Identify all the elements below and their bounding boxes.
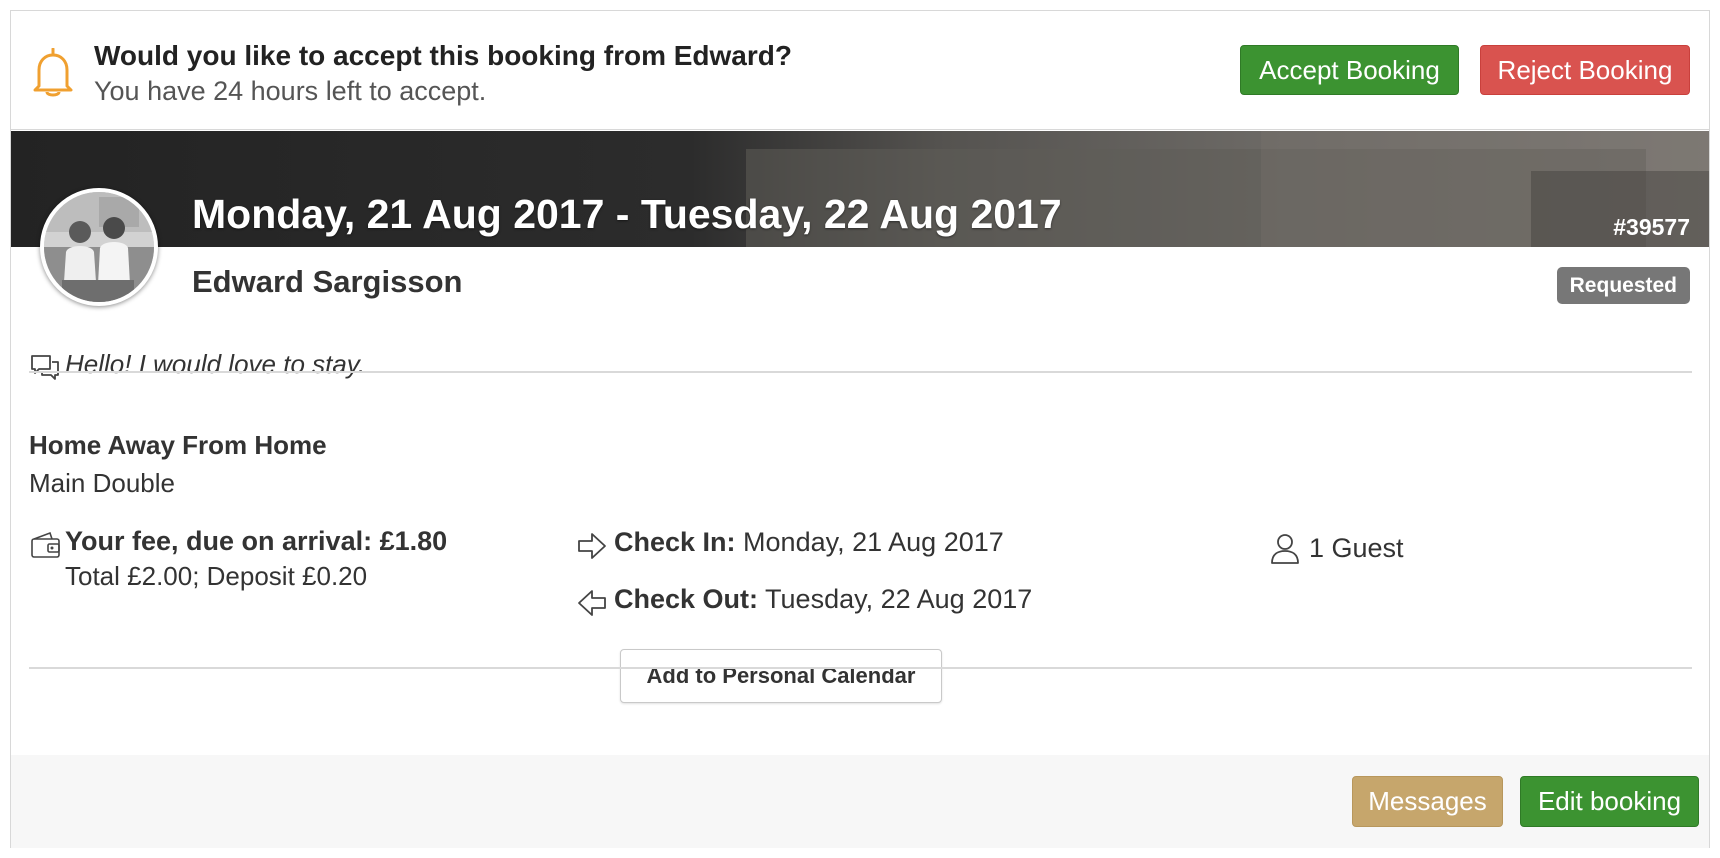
check-in-value: Monday, 21 Aug 2017 [743, 527, 1004, 557]
comments-icon [31, 355, 59, 380]
booking-card: Would you like to accept this booking fr… [10, 10, 1710, 848]
accept-alert: Would you like to accept this booking fr… [11, 11, 1709, 130]
check-out-value: Tuesday, 22 Aug 2017 [765, 584, 1033, 614]
property-name: Home Away From Home [29, 430, 327, 460]
status-badge: Requested [1556, 267, 1690, 304]
room-name: Main Double [29, 468, 175, 498]
check-out-label: Check Out: [614, 584, 759, 614]
booking-header-band: Monday, 21 Aug 2017 - Tuesday, 22 Aug 20… [11, 131, 1709, 247]
check-in-label: Check In: [614, 527, 736, 557]
check-out: Check Out: Tuesday, 22 Aug 2017 [614, 584, 1032, 615]
guest-message: Hello! I would love to stay. [65, 349, 366, 379]
user-icon [1271, 534, 1299, 564]
accept-booking-button[interactable]: Accept Booking [1240, 45, 1459, 95]
arrow-left-icon [578, 590, 606, 616]
fee-detail: Total £2.00; Deposit £0.20 [65, 561, 368, 591]
add-to-calendar-button[interactable]: Add to Personal Calendar [620, 649, 942, 703]
arrow-right-icon [578, 533, 606, 559]
bell-icon [33, 48, 73, 97]
guest-count: 1 Guest [1309, 533, 1404, 563]
alert-subtitle: You have 24 hours left to accept. [94, 76, 487, 106]
section-divider [29, 371, 1692, 373]
reject-booking-button[interactable]: Reject Booking [1480, 45, 1690, 95]
booking-dates: Monday, 21 Aug 2017 - Tuesday, 22 Aug 20… [192, 191, 1062, 237]
booking-reference: #39577 [1613, 214, 1690, 240]
check-in: Check In: Monday, 21 Aug 2017 [614, 527, 1004, 558]
alert-title: Would you like to accept this booking fr… [94, 40, 792, 71]
messages-button[interactable]: Messages [1352, 776, 1503, 827]
wallet-icon [31, 531, 60, 558]
guest-avatar [40, 188, 158, 306]
avatar-photo [44, 192, 154, 302]
fee-due: Your fee, due on arrival: £1.80 [65, 526, 448, 556]
section-divider [29, 667, 1692, 669]
edit-booking-button[interactable]: Edit booking [1520, 776, 1699, 827]
guest-name: Edward Sargisson [192, 264, 463, 299]
